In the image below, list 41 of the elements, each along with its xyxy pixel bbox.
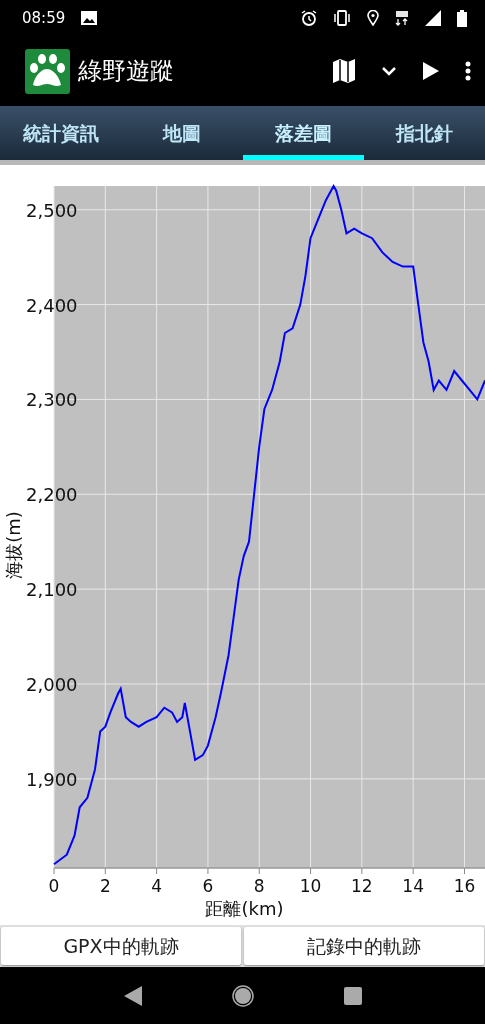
tab[interactable]: 落差圖	[242, 106, 364, 160]
location-icon	[367, 10, 379, 26]
x-tick-label: 8	[253, 876, 265, 896]
x-tick-label: 2	[99, 876, 111, 896]
y-tick-label: 2,500	[26, 199, 78, 221]
vibrate-icon	[333, 10, 351, 26]
home-icon[interactable]	[231, 984, 254, 1007]
y-tick-label: 2,100	[26, 579, 78, 601]
y-tick-label: 2,300	[26, 389, 78, 411]
recents-icon[interactable]	[343, 986, 362, 1005]
mobile-data-icon	[395, 10, 409, 26]
tab[interactable]: 指北針	[363, 106, 485, 160]
dropdown-caret-icon[interactable]	[381, 66, 397, 76]
battery-icon	[457, 9, 467, 27]
paw-logo-icon	[25, 48, 70, 94]
image-icon	[81, 11, 98, 25]
y-tick-label: 2,200	[26, 484, 78, 506]
x-tick-label: 0	[48, 876, 60, 896]
x-axis-title: 距離(km)	[205, 898, 284, 919]
x-tick-label: 4	[151, 876, 163, 896]
tab[interactable]: 統計資訊	[0, 106, 122, 160]
y-tick-label: 2,400	[26, 294, 78, 316]
x-tick-label: 16	[453, 876, 476, 896]
play-icon[interactable]	[423, 62, 439, 80]
x-tick-label: 14	[402, 876, 424, 896]
x-tick-label: 12	[351, 876, 373, 896]
more-menu-icon[interactable]	[465, 61, 471, 81]
track-button[interactable]: GPX中的軌跡	[1, 927, 241, 965]
track-button[interactable]: 記錄中的軌跡	[244, 927, 484, 965]
status-time: 08:59	[22, 7, 66, 29]
signal-icon	[425, 10, 441, 26]
alarm-icon	[301, 10, 317, 26]
x-tick-label: 6	[202, 876, 214, 896]
app-title: 綠野遊蹤	[78, 56, 174, 87]
y-axis-title: 海拔(m)	[3, 511, 24, 579]
back-icon[interactable]	[123, 985, 142, 1006]
y-tick-label: 2,000	[26, 674, 78, 695]
tab[interactable]: 地圖	[121, 106, 243, 160]
y-tick-label: 1,900	[26, 768, 78, 790]
map-icon[interactable]	[333, 59, 355, 83]
x-tick-label: 10	[299, 876, 322, 896]
